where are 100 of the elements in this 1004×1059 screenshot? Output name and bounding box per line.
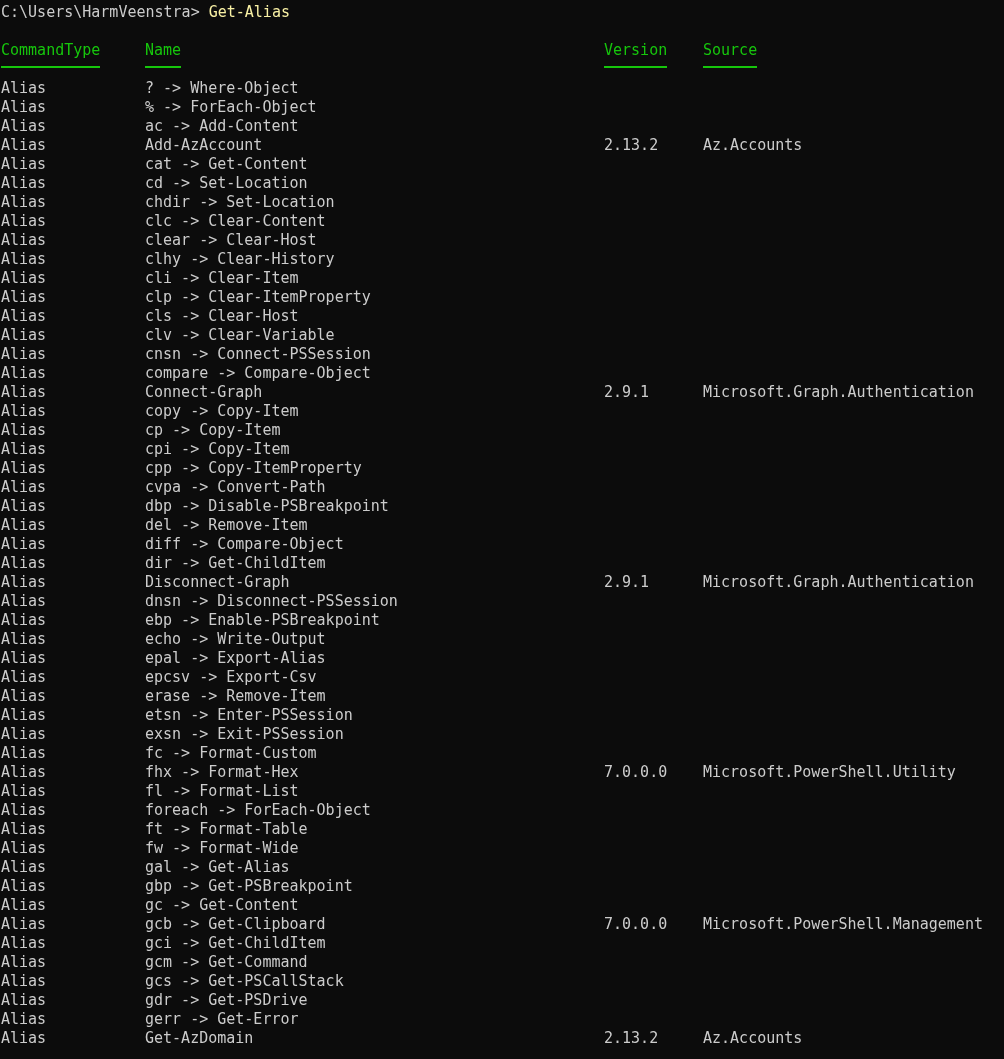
table-cell: gcs -> Get-PSCallStack [145, 972, 344, 990]
table-cell: Alias [1, 611, 47, 629]
table-cell: Connect-Graph [145, 383, 263, 401]
table-cell: cat -> Get-Content [145, 155, 308, 173]
table-cell: Az.Accounts [703, 136, 803, 154]
table-cell: Alias [1, 516, 47, 534]
table-cell: cli -> Clear-Item [145, 269, 299, 287]
table-cell: gc -> Get-Content [145, 896, 299, 914]
table-cell: Alias [1, 554, 47, 572]
table-cell: Alias [1, 725, 47, 743]
table-cell: gerr -> Get-Error [145, 1010, 299, 1028]
table-cell: Alias [1, 459, 47, 477]
table-cell: Alias [1, 668, 47, 686]
table-cell: epcsv -> Export-Csv [145, 668, 317, 686]
table-cell: Alias [1, 991, 47, 1009]
command-text: Get-Alias [208, 3, 290, 21]
table-cell: Alias [1, 934, 47, 952]
table-cell: Alias [1, 364, 47, 382]
table-cell: Alias [1, 402, 47, 420]
table-cell: Alias [1, 1029, 47, 1047]
table-cell: Alias [1, 136, 47, 154]
table-cell: clc -> Clear-Content [145, 212, 326, 230]
table-cell: compare -> Compare-Object [145, 364, 371, 382]
table-cell: Get-AzDomain [145, 1029, 254, 1047]
table-cell: Alias [1, 573, 47, 591]
table-cell: Alias [1, 820, 47, 838]
column-header: Source [703, 41, 758, 68]
table-cell: 2.9.1 [604, 383, 650, 401]
table-cell: Alias [1, 193, 47, 211]
table-cell: clp -> Clear-ItemProperty [145, 288, 371, 306]
table-cell: Alias [1, 383, 47, 401]
table-cell: cnsn -> Connect-PSSession [145, 345, 371, 363]
table-cell: gbp -> Get-PSBreakpoint [145, 877, 353, 895]
table-cell: Alias [1, 915, 47, 933]
table-cell: cvpa -> Convert-Path [145, 478, 326, 496]
table-cell: Microsoft.PowerShell.Management [703, 915, 983, 933]
table-cell: Az.Accounts [703, 1029, 803, 1047]
table-cell: cd -> Set-Location [145, 174, 308, 192]
table-cell: Alias [1, 877, 47, 895]
table-cell: Alias [1, 250, 47, 268]
table-cell: fc -> Format-Custom [145, 744, 317, 762]
table-cell: Alias [1, 972, 47, 990]
table-cell: fhx -> Format-Hex [145, 763, 299, 781]
table-cell: Alias [1, 801, 47, 819]
table-cell: Alias [1, 117, 47, 135]
table-cell: gcm -> Get-Command [145, 953, 308, 971]
table-cell: Alias [1, 1010, 47, 1028]
table-cell: dir -> Get-ChildItem [145, 554, 326, 572]
table-cell: Alias [1, 212, 47, 230]
table-cell: Alias [1, 478, 47, 496]
prompt-path: C:\Users\HarmVeenstra> [1, 3, 200, 21]
table-cell: Alias [1, 687, 47, 705]
table-cell: Alias [1, 858, 47, 876]
table-cell: erase -> Remove-Item [145, 687, 326, 705]
table-cell: Alias [1, 896, 47, 914]
table-cell: epal -> Export-Alias [145, 649, 326, 667]
table-cell: del -> Remove-Item [145, 516, 308, 534]
table-cell: Alias [1, 953, 47, 971]
table-cell: Alias [1, 231, 47, 249]
column-header: CommandType [1, 41, 101, 68]
table-cell: Alias [1, 98, 47, 116]
table-cell: ac -> Add-Content [145, 117, 299, 135]
table-cell: chdir -> Set-Location [145, 193, 335, 211]
table-cell: cp -> Copy-Item [145, 421, 281, 439]
table-cell: copy -> Copy-Item [145, 402, 299, 420]
table-cell: Alias [1, 269, 47, 287]
table-cell: Alias [1, 174, 47, 192]
table-cell: Alias [1, 535, 47, 553]
table-cell: 7.0.0.0 [604, 915, 668, 933]
table-cell: ft -> Format-Table [145, 820, 308, 838]
table-cell: clear -> Clear-Host [145, 231, 317, 249]
table-cell: echo -> Write-Output [145, 630, 326, 648]
table-cell: clv -> Clear-Variable [145, 326, 335, 344]
table-cell: Alias [1, 782, 47, 800]
table-cell: Alias [1, 592, 47, 610]
table-cell: cpp -> Copy-ItemProperty [145, 459, 362, 477]
column-header: Name [145, 41, 182, 68]
table-cell: Alias [1, 421, 47, 439]
table-cell: % -> ForEach-Object [145, 98, 317, 116]
table-cell: gcb -> Get-Clipboard [145, 915, 326, 933]
table-cell: etsn -> Enter-PSSession [145, 706, 353, 724]
table-cell: Alias [1, 649, 47, 667]
table-cell: clhy -> Clear-History [145, 250, 335, 268]
table-cell: Disconnect-Graph [145, 573, 290, 591]
table-cell: ? -> Where-Object [145, 79, 299, 97]
table-cell: 2.13.2 [604, 136, 659, 154]
table-cell: gal -> Get-Alias [145, 858, 290, 876]
table-cell: 2.13.2 [604, 1029, 659, 1047]
table-cell: Alias [1, 763, 47, 781]
table-cell: Microsoft.Graph.Authentication [703, 383, 974, 401]
table-cell: Alias [1, 744, 47, 762]
table-cell: 7.0.0.0 [604, 763, 668, 781]
table-cell: gci -> Get-ChildItem [145, 934, 326, 952]
table-cell: fl -> Format-List [145, 782, 299, 800]
table-cell: Alias [1, 155, 47, 173]
table-cell: Alias [1, 497, 47, 515]
table-cell: Alias [1, 288, 47, 306]
column-header: Version [604, 41, 668, 68]
table-cell: Microsoft.PowerShell.Utility [703, 763, 956, 781]
table-cell: Alias [1, 839, 47, 857]
